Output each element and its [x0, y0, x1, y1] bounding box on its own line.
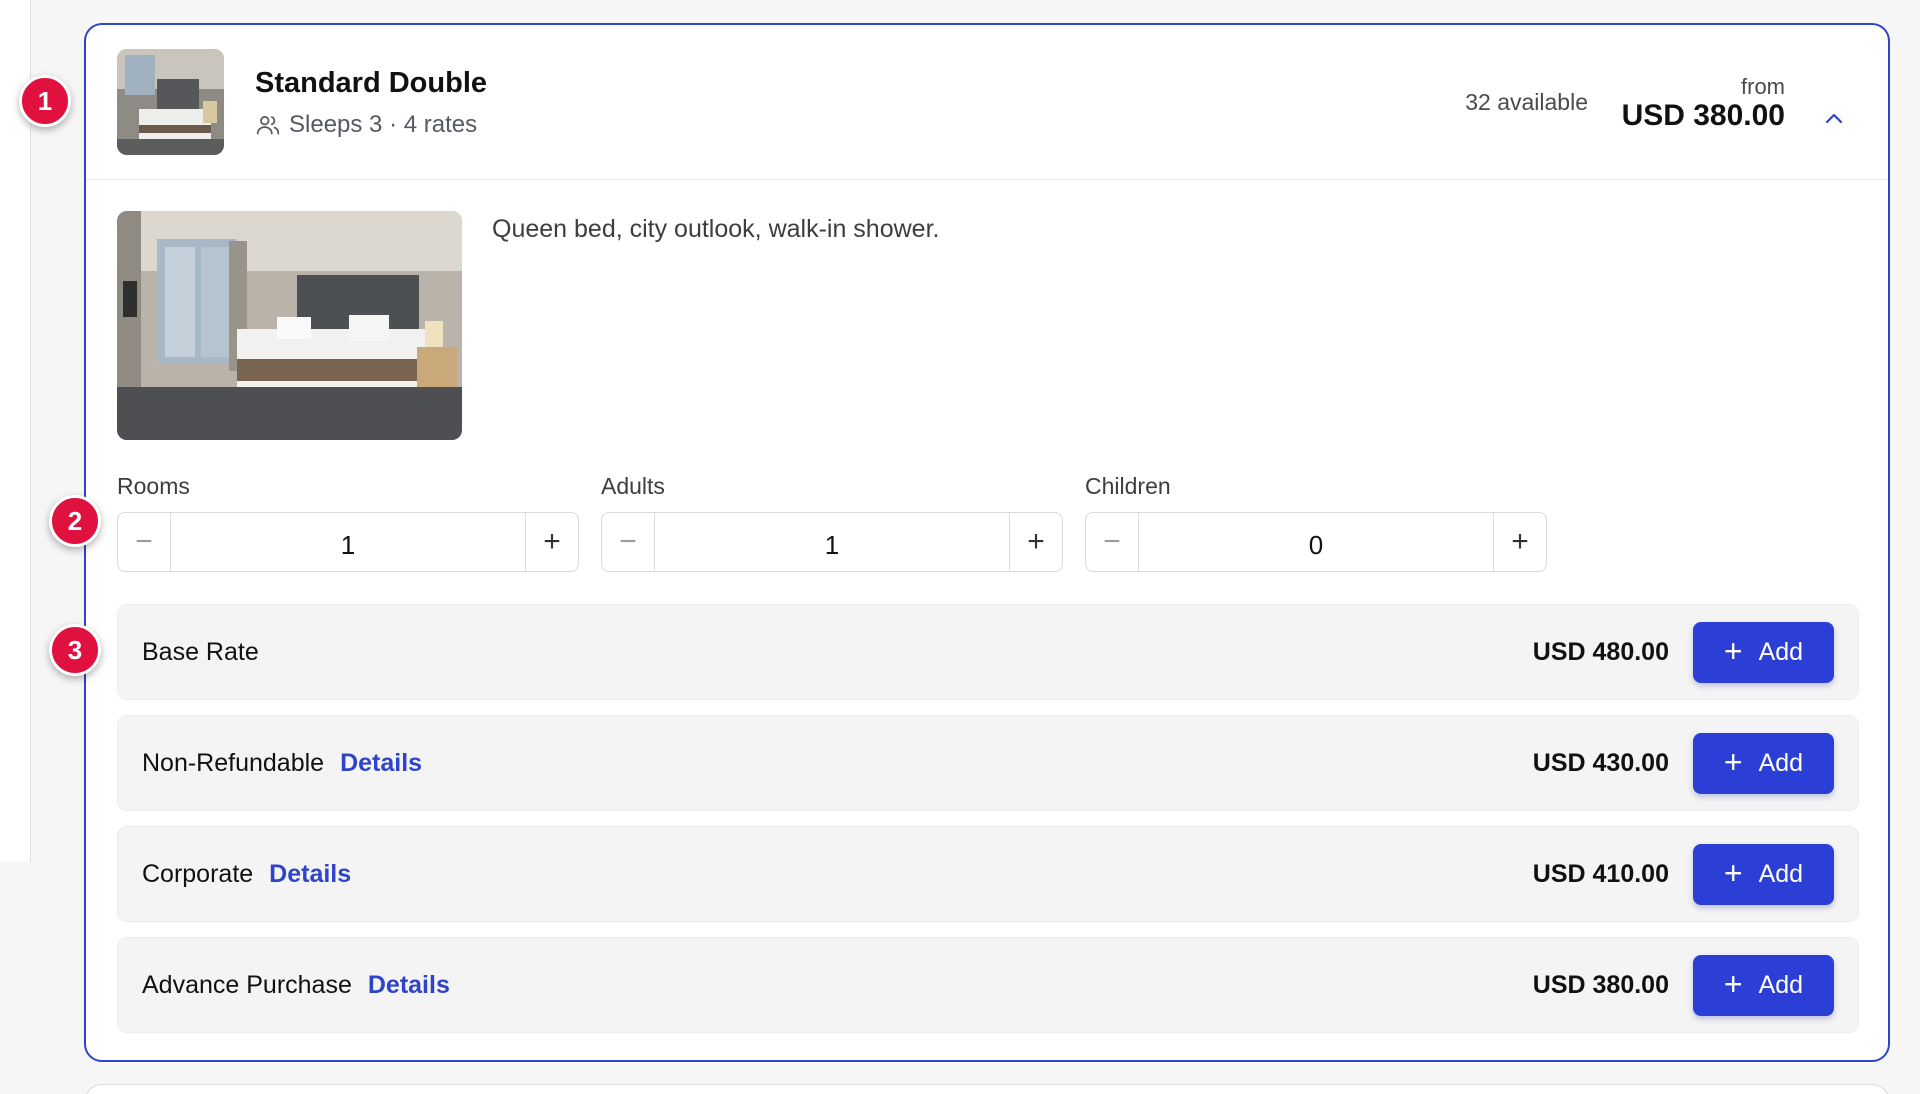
left-panel [0, 0, 31, 862]
plus-icon: + [1723, 965, 1743, 1002]
rate-name: Corporate [142, 859, 254, 888]
from-price: USD 380.00 [1621, 99, 1785, 132]
add-rate-button[interactable]: + Add [1693, 843, 1834, 905]
rate-price: USD 480.00 [1532, 637, 1669, 666]
adults-stepper-group: Adults − 1 + [601, 473, 1063, 572]
add-button-label: Add [1758, 637, 1804, 666]
annotation-marker-1: 1 [19, 75, 71, 127]
add-button-label: Add [1758, 748, 1804, 777]
next-room-card [84, 1084, 1890, 1094]
children-stepper-group: Children − 0 + [1085, 473, 1547, 572]
rate-details-link[interactable]: Details [340, 749, 422, 778]
room-title: Standard Double [255, 67, 488, 99]
rooms-stepper-group: Rooms − 1 + [117, 473, 579, 572]
children-label: Children [1085, 473, 1171, 499]
collapse-button[interactable] [1820, 105, 1848, 133]
add-rate-button[interactable]: + Add [1693, 621, 1834, 683]
annotation-marker-2: 2 [49, 495, 101, 547]
room-subtitle: Sleeps 3 · 4 rates [255, 111, 477, 139]
room-thumbnail [117, 49, 224, 155]
children-stepper: − 0 + [1085, 512, 1547, 572]
add-button-label: Add [1758, 859, 1804, 888]
rooms-value[interactable]: 1 [171, 513, 525, 571]
plus-icon: + [1723, 632, 1743, 669]
plus-icon: + [1723, 854, 1743, 891]
rate-name: Non-Refundable [142, 748, 325, 777]
chevron-up-icon [1825, 113, 1843, 124]
rooms-stepper: − 1 + [117, 512, 579, 572]
room-description: Queen bed, city outlook, walk-in shower. [492, 215, 940, 243]
adults-decrement-button[interactable]: − [602, 513, 655, 571]
rate-row-corporate: Corporate Details USD 410.00 + Add [117, 826, 1859, 922]
rate-details-link[interactable]: Details [368, 971, 450, 1000]
rate-details-link[interactable]: Details [269, 860, 351, 889]
add-rate-button[interactable]: + Add [1693, 954, 1834, 1016]
from-label: from [1741, 74, 1785, 99]
rate-price: USD 380.00 [1532, 970, 1669, 999]
adults-stepper: − 1 + [601, 512, 1063, 572]
adults-value[interactable]: 1 [655, 513, 1009, 571]
annotation-marker-3: 3 [49, 624, 101, 676]
rate-row-base: Base Rate USD 480.00 + Add [117, 604, 1859, 700]
rate-name: Base Rate [142, 637, 259, 666]
room-card-standard-double: Standard Double Sleeps 3 · 4 rates 32 av… [84, 23, 1890, 1062]
children-increment-button[interactable]: + [1493, 513, 1546, 571]
plus-icon: + [1723, 743, 1743, 780]
people-icon [255, 112, 281, 138]
adults-label: Adults [601, 473, 665, 499]
room-photo [117, 211, 462, 440]
adults-increment-button[interactable]: + [1009, 513, 1062, 571]
rate-price: USD 430.00 [1532, 748, 1669, 777]
rooms-label: Rooms [117, 473, 190, 499]
rooms-increment-button[interactable]: + [525, 513, 578, 571]
rooms-decrement-button[interactable]: − [118, 513, 171, 571]
room-subtitle-text: Sleeps 3 · 4 rates [289, 111, 478, 138]
children-decrement-button[interactable]: − [1086, 513, 1139, 571]
children-value[interactable]: 0 [1139, 513, 1493, 571]
rate-price: USD 410.00 [1532, 859, 1669, 888]
add-rate-button[interactable]: + Add [1693, 732, 1834, 794]
rate-row-advance-purchase: Advance Purchase Details USD 380.00 + Ad… [117, 937, 1859, 1033]
rate-name: Advance Purchase [142, 970, 352, 999]
availability-count: 32 available [1465, 89, 1588, 115]
room-card-header[interactable]: Standard Double Sleeps 3 · 4 rates 32 av… [86, 25, 1888, 180]
add-button-label: Add [1758, 970, 1804, 999]
rate-row-non-refundable: Non-Refundable Details USD 430.00 + Add [117, 715, 1859, 811]
